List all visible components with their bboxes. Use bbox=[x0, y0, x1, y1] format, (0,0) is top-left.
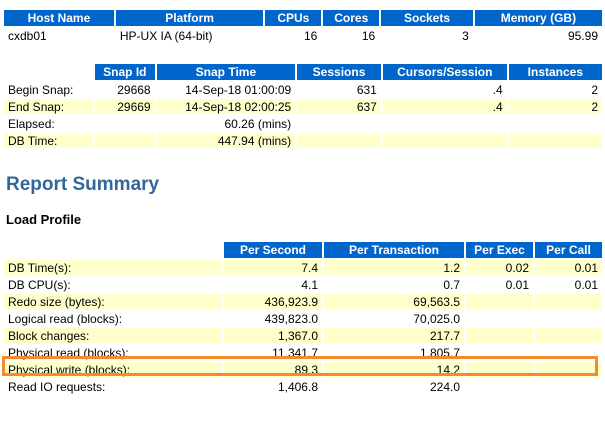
platform-header: Platform bbox=[115, 10, 264, 26]
per-second-header: Per Second bbox=[224, 242, 322, 258]
metric-label: Logical read (blocks): bbox=[4, 311, 222, 326]
per-exec-cell: 0.02 bbox=[466, 260, 533, 275]
host-name-header: Host Name bbox=[4, 10, 114, 26]
snap-time-cell: 447.94 (mins) bbox=[156, 133, 296, 148]
snap-time-cell: 60.26 (mins) bbox=[156, 116, 296, 131]
snap-id-cell bbox=[95, 116, 155, 131]
per-call-cell bbox=[535, 311, 602, 326]
sessions-cell: 637 bbox=[297, 99, 381, 114]
memory-header: Memory (GB) bbox=[474, 10, 602, 26]
snap-id-cell: 29669 bbox=[95, 99, 155, 114]
per-second-cell: 4.1 bbox=[224, 277, 322, 292]
report-title: Report Summary bbox=[6, 174, 160, 195]
sessions-cell bbox=[297, 133, 381, 148]
snapshot-table: Snap Id Snap Time Sessions Cursors/Sessi… bbox=[2, 62, 604, 150]
per-second-cell: 439,823.0 bbox=[224, 311, 322, 326]
snap-time-cell: 14-Sep-18 01:00:09 bbox=[156, 82, 296, 97]
cursors-cell bbox=[382, 116, 507, 131]
cpus-cell: 16 bbox=[265, 28, 322, 43]
load-header-spacer bbox=[4, 242, 222, 258]
per-call-cell: 0.01 bbox=[535, 260, 602, 275]
memory-cell: 95.99 bbox=[474, 28, 602, 43]
cursors-cell: .4 bbox=[382, 99, 507, 114]
snap-header-spacer bbox=[4, 64, 94, 80]
metric-label: Read IO requests: bbox=[4, 379, 222, 394]
instances-cell bbox=[508, 133, 602, 148]
annotation-highlight-box bbox=[2, 356, 598, 376]
load-row: Block changes: 1,367.0 217.7 bbox=[4, 328, 602, 343]
snap-label: Elapsed: bbox=[4, 116, 94, 131]
cursors-cell: .4 bbox=[382, 82, 507, 97]
per-call-cell bbox=[535, 294, 602, 309]
sockets-header: Sockets bbox=[381, 10, 473, 26]
snap-row: End Snap: 29669 14-Sep-18 02:00:25 637 .… bbox=[4, 99, 602, 114]
host-header-row: Host Name Platform CPUs Cores Sockets Me… bbox=[4, 10, 602, 26]
per-call-header: Per Call bbox=[535, 242, 602, 258]
per-transaction-cell: 224.0 bbox=[324, 379, 464, 394]
snap-time-cell: 14-Sep-18 02:00:25 bbox=[156, 99, 296, 114]
load-row: Logical read (blocks): 439,823.0 70,025.… bbox=[4, 311, 602, 326]
per-second-cell: 7.4 bbox=[224, 260, 322, 275]
host-info-table: Host Name Platform CPUs Cores Sockets Me… bbox=[2, 8, 604, 45]
load-header-row: Per Second Per Transaction Per Exec Per … bbox=[4, 242, 602, 258]
per-exec-header: Per Exec bbox=[466, 242, 533, 258]
snap-time-header: Snap Time bbox=[156, 64, 296, 80]
host-name-cell: cxdb01 bbox=[4, 28, 114, 43]
sessions-cell: 631 bbox=[297, 82, 381, 97]
section-subtitle: Load Profile bbox=[6, 212, 82, 227]
per-call-cell: 0.01 bbox=[535, 277, 602, 292]
host-data-row: cxdb01 HP-UX IA (64-bit) 16 16 3 95.99 bbox=[4, 28, 602, 43]
snap-row: Begin Snap: 29668 14-Sep-18 01:00:09 631… bbox=[4, 82, 602, 97]
metric-label: DB CPU(s): bbox=[4, 277, 222, 292]
per-exec-cell bbox=[466, 328, 533, 343]
instances-cell bbox=[508, 116, 602, 131]
snap-row: DB Time: 447.94 (mins) bbox=[4, 133, 602, 148]
per-exec-cell bbox=[466, 311, 533, 326]
metric-label: Block changes: bbox=[4, 328, 222, 343]
per-transaction-cell: 69,563.5 bbox=[324, 294, 464, 309]
per-transaction-cell: 0.7 bbox=[324, 277, 464, 292]
snap-label: End Snap: bbox=[4, 99, 94, 114]
cursors-cell bbox=[382, 133, 507, 148]
instances-cell: 2 bbox=[508, 99, 602, 114]
sessions-header: Sessions bbox=[297, 64, 381, 80]
sessions-cell bbox=[297, 116, 381, 131]
per-transaction-header: Per Transaction bbox=[324, 242, 464, 258]
load-row: DB CPU(s): 4.1 0.7 0.01 0.01 bbox=[4, 277, 602, 292]
per-exec-cell: 0.01 bbox=[466, 277, 533, 292]
per-transaction-cell: 1.2 bbox=[324, 260, 464, 275]
per-second-cell: 436,923.9 bbox=[224, 294, 322, 309]
load-row: Read IO requests: 1,406.8 224.0 bbox=[4, 379, 602, 394]
per-call-cell bbox=[535, 379, 602, 394]
cpus-header: CPUs bbox=[265, 10, 322, 26]
snap-row: Elapsed: 60.26 (mins) bbox=[4, 116, 602, 131]
cores-header: Cores bbox=[323, 10, 380, 26]
per-call-cell bbox=[535, 328, 602, 343]
per-exec-cell bbox=[466, 379, 533, 394]
sockets-cell: 3 bbox=[381, 28, 473, 43]
snap-id-header: Snap Id bbox=[95, 64, 155, 80]
load-row: Redo size (bytes): 436,923.9 69,563.5 bbox=[4, 294, 602, 309]
metric-label: DB Time(s): bbox=[4, 260, 222, 275]
platform-cell: HP-UX IA (64-bit) bbox=[115, 28, 264, 43]
per-second-cell: 1,367.0 bbox=[224, 328, 322, 343]
instances-cell: 2 bbox=[508, 82, 602, 97]
snap-id-cell bbox=[95, 133, 155, 148]
per-transaction-cell: 217.7 bbox=[324, 328, 464, 343]
snap-label: DB Time: bbox=[4, 133, 94, 148]
cursors-header: Cursors/Session bbox=[382, 64, 507, 80]
snap-id-cell: 29668 bbox=[95, 82, 155, 97]
per-exec-cell bbox=[466, 294, 533, 309]
per-transaction-cell: 70,025.0 bbox=[324, 311, 464, 326]
cores-cell: 16 bbox=[323, 28, 380, 43]
snap-header-row: Snap Id Snap Time Sessions Cursors/Sessi… bbox=[4, 64, 602, 80]
snap-label: Begin Snap: bbox=[4, 82, 94, 97]
per-second-cell: 1,406.8 bbox=[224, 379, 322, 394]
load-row: DB Time(s): 7.4 1.2 0.02 0.01 bbox=[4, 260, 602, 275]
metric-label: Redo size (bytes): bbox=[4, 294, 222, 309]
instances-header: Instances bbox=[508, 64, 602, 80]
